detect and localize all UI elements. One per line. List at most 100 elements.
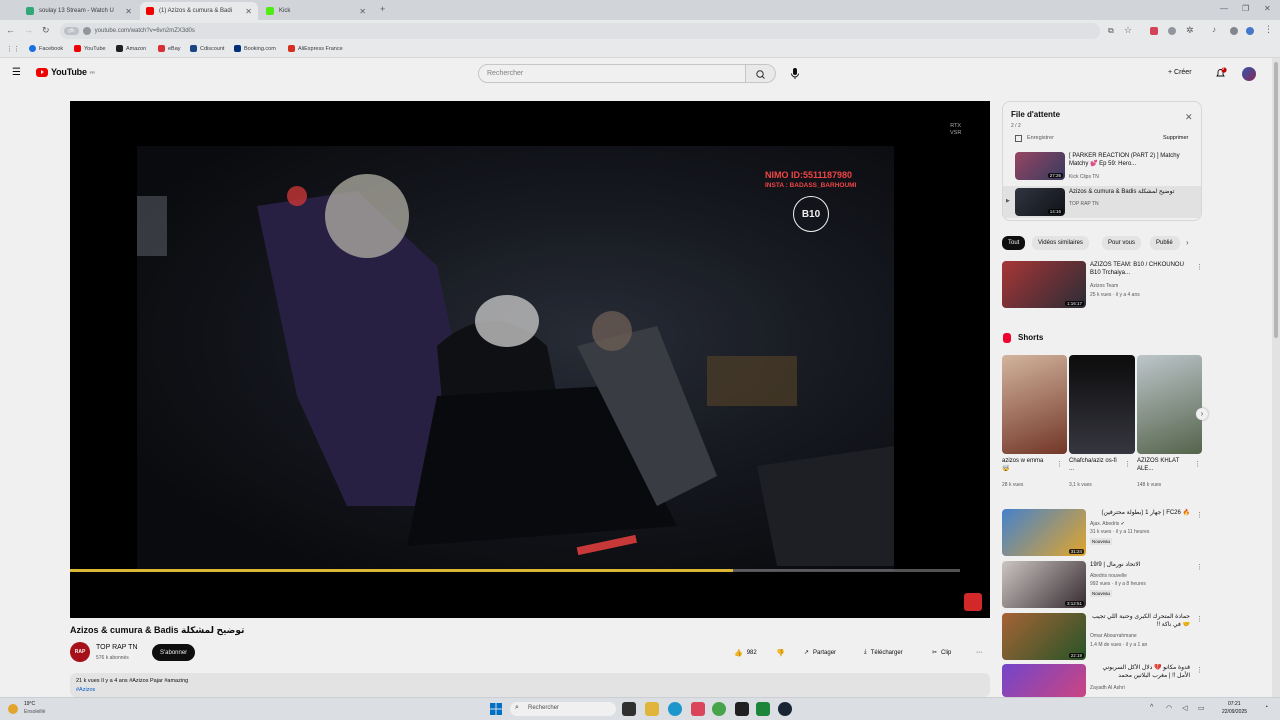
create-button[interactable]: + Créer bbox=[1168, 69, 1192, 76]
wifi-icon[interactable]: ◠ bbox=[1166, 704, 1172, 712]
short-thumbnail[interactable] bbox=[1069, 355, 1135, 454]
short-title[interactable]: AZIZOS KHLAT ALE... bbox=[1137, 458, 1193, 473]
search-input[interactable]: Rechercher bbox=[478, 64, 746, 83]
taskbar-search[interactable]: Rechercher bbox=[510, 702, 616, 716]
tab-soulay-stream[interactable]: soulay 13 Stream - Watch U ✕ bbox=[20, 2, 138, 20]
more-dots-icon[interactable]: ⋮ bbox=[1194, 460, 1201, 468]
recommended-video[interactable]: 31:24 🔥 FC26 | جهار 1 (بطولة محترفين) Aj… bbox=[1002, 509, 1203, 557]
close-icon[interactable]: ✕ bbox=[125, 7, 132, 16]
queue-remove-button[interactable]: Supprimer bbox=[1163, 135, 1188, 141]
description-box[interactable]: 21 k vues Il y a 4 ans #Azizos Pajar #am… bbox=[70, 673, 990, 697]
clock-time[interactable]: 07:21 bbox=[1228, 701, 1241, 707]
weather-temp[interactable]: 19°C bbox=[24, 701, 35, 707]
shield-icon[interactable] bbox=[1246, 27, 1254, 35]
terminal-icon[interactable] bbox=[735, 702, 749, 716]
minimize-icon[interactable]: — bbox=[1220, 4, 1228, 13]
battery-icon[interactable]: ▭ bbox=[1198, 704, 1205, 712]
account-avatar[interactable] bbox=[1242, 67, 1256, 81]
recommended-video[interactable]: قدوة مكانو 💔 دلال الأكل السربوني الأمل !… bbox=[1002, 664, 1202, 697]
channel-name[interactable]: TOP RAP TN bbox=[96, 644, 138, 651]
more-dots-icon[interactable]: ⋮ bbox=[1196, 263, 1203, 271]
more-dots-icon[interactable]: ⋮ bbox=[1124, 460, 1131, 468]
bookmark-aliexpress[interactable]: AliExpress France bbox=[288, 45, 343, 52]
like-button[interactable]: 👍 982 bbox=[734, 645, 757, 660]
bookmark-facebook[interactable]: Facebook bbox=[29, 45, 63, 52]
bookmark-booking[interactable]: Booking.com bbox=[234, 45, 276, 52]
bookmark-ebay[interactable]: eBay bbox=[158, 45, 181, 52]
subscribe-button[interactable]: S'abonner bbox=[152, 644, 196, 661]
media-icon[interactable]: ♪ bbox=[1212, 25, 1216, 34]
tray-chevron-icon[interactable]: ^ bbox=[1150, 704, 1153, 711]
volume-icon[interactable]: ◁ bbox=[1182, 704, 1187, 712]
filter-chip-all[interactable]: Tout bbox=[1002, 236, 1026, 250]
hashtag-link[interactable]: #Azizos bbox=[76, 686, 984, 695]
recommended-video[interactable]: 3:12:51 19/9 | الاتحاد نورمال Abedris no… bbox=[1002, 561, 1203, 609]
recommended-video[interactable]: 22:19 حمادة المتحرك الكبرى وحنبة اللي تج… bbox=[1002, 613, 1203, 661]
microphone-icon[interactable] bbox=[790, 67, 800, 80]
queue-item[interactable]: 27:26 [ PARKER REACTION (PART 2) ] Match… bbox=[1003, 150, 1201, 182]
tab-youtube[interactable]: (1) Azizos & cumura & Badi ✕ bbox=[140, 2, 258, 20]
task-view-icon[interactable] bbox=[622, 702, 636, 716]
clip-button[interactable]: ✂ Clip bbox=[932, 645, 951, 660]
app-icon[interactable] bbox=[691, 702, 705, 716]
apps-grid-icon[interactable]: ⋮⋮ bbox=[6, 45, 20, 53]
shorts-next-chevron-icon[interactable]: › bbox=[1196, 408, 1208, 420]
scrollbar-thumb[interactable] bbox=[1274, 62, 1278, 338]
close-icon[interactable]: ✕ bbox=[359, 7, 366, 16]
more-actions-button[interactable]: ⋯ bbox=[976, 645, 982, 660]
forward-icon[interactable]: → bbox=[24, 25, 33, 35]
address-bar[interactable]: gfk youtube.com/watch?v=6vn2mZX3d0s bbox=[60, 23, 1100, 39]
short-title[interactable]: Chafcha/aziz os-fi ... bbox=[1069, 458, 1121, 473]
recommended-video[interactable]: 1:16:17 AZIZOS TEAM: B10 / CHKOUNOU B10 … bbox=[1002, 261, 1203, 309]
url-chip[interactable]: gfk bbox=[64, 27, 79, 35]
dislike-button[interactable]: 👎 bbox=[776, 645, 785, 660]
channel-avatar[interactable]: RAP bbox=[70, 642, 90, 662]
close-icon[interactable]: ✕ bbox=[245, 7, 252, 16]
download-button[interactable]: ⤓ Télécharger bbox=[864, 645, 903, 660]
share-button[interactable]: ↗ Partager bbox=[804, 645, 836, 660]
bookmark-star-icon[interactable]: ☆ bbox=[1124, 25, 1132, 36]
bookmark-amazon[interactable]: Amazon bbox=[116, 45, 146, 52]
maximize-icon[interactable]: ❐ bbox=[1242, 4, 1249, 13]
reload-icon[interactable]: ↻ bbox=[42, 25, 50, 36]
extension-icon[interactable] bbox=[1150, 27, 1158, 35]
more-dots-icon[interactable]: ⋮ bbox=[1196, 563, 1203, 571]
steam-icon[interactable] bbox=[778, 702, 792, 716]
youtube-watermark-icon[interactable] bbox=[964, 593, 982, 611]
menu-dots-icon[interactable]: ⋮ bbox=[1264, 24, 1273, 35]
more-dots-icon[interactable]: ⋮ bbox=[1196, 666, 1202, 674]
video-player[interactable]: NIMO ID:5511187980 INSTA : BADASS_BARHOU… bbox=[70, 101, 990, 618]
profile-avatar[interactable] bbox=[1230, 27, 1238, 35]
hamburger-menu-icon[interactable]: ☰ bbox=[12, 67, 21, 78]
more-dots-icon[interactable]: ⋮ bbox=[1196, 511, 1203, 519]
save-checkbox-icon[interactable] bbox=[1015, 135, 1022, 142]
install-icon[interactable]: ⧉ bbox=[1108, 26, 1114, 36]
chevron-right-icon[interactable]: › bbox=[1186, 238, 1189, 247]
short-title[interactable]: azizos w emma 🤯 bbox=[1002, 458, 1052, 473]
notification-center-icon[interactable]: ◔ bbox=[1264, 704, 1268, 711]
filter-chip-for-you[interactable]: Pour vous bbox=[1102, 236, 1142, 250]
queue-close-icon[interactable]: ✕ bbox=[1185, 112, 1193, 123]
filter-chip-published[interactable]: Publié bbox=[1150, 236, 1180, 250]
short-thumbnail[interactable] bbox=[1137, 355, 1202, 454]
back-icon[interactable]: ← bbox=[6, 25, 15, 35]
filter-chip-similar[interactable]: Vidéos similaires bbox=[1032, 236, 1089, 250]
youtube-logo[interactable]: YouTube FR bbox=[36, 67, 95, 77]
new-tab-button[interactable]: + bbox=[380, 4, 385, 14]
search-button[interactable] bbox=[746, 64, 776, 83]
queue-save-button[interactable]: Enregistrer bbox=[1027, 135, 1054, 141]
progress-bar[interactable] bbox=[70, 569, 960, 572]
weather-sun-icon[interactable] bbox=[8, 704, 18, 714]
bookmark-youtube[interactable]: YouTube bbox=[74, 45, 106, 52]
chrome-icon[interactable] bbox=[712, 702, 726, 716]
more-dots-icon[interactable]: ⋮ bbox=[1056, 460, 1063, 468]
kick-app-icon[interactable] bbox=[756, 702, 770, 716]
extensions-puzzle-icon[interactable]: ✲ bbox=[1186, 25, 1194, 36]
extension-icon[interactable] bbox=[1168, 27, 1176, 35]
file-explorer-icon[interactable] bbox=[645, 702, 659, 716]
more-dots-icon[interactable]: ⋮ bbox=[1196, 615, 1203, 623]
edge-icon[interactable] bbox=[668, 702, 682, 716]
queue-item-current[interactable]: ▶ 14:16 Azizos & cumura & Badis توضيح لم… bbox=[1003, 186, 1201, 218]
tab-kick[interactable]: Kick ✕ bbox=[260, 2, 372, 20]
window-close-icon[interactable]: ✕ bbox=[1264, 4, 1271, 13]
